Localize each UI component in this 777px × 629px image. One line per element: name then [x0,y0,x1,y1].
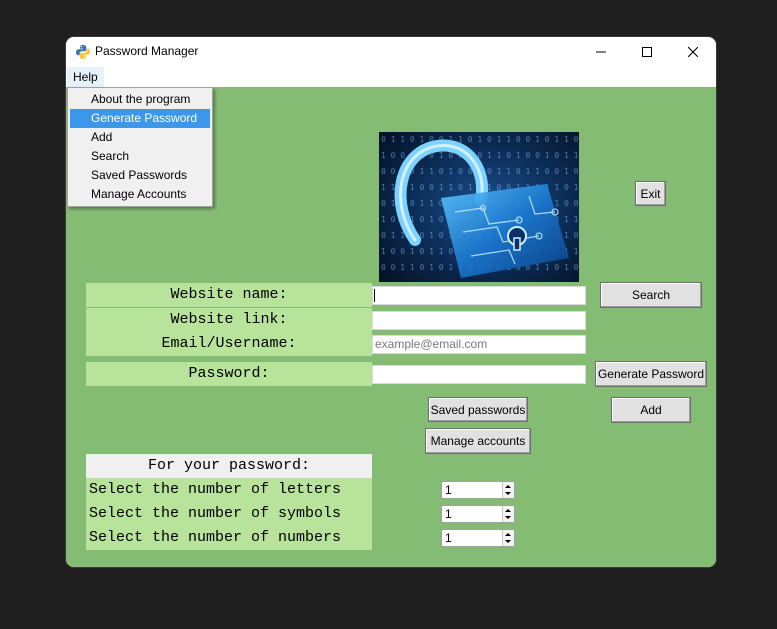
spin-down-icon[interactable] [505,492,511,495]
spin-up-icon[interactable] [505,533,511,536]
python-icon [76,45,90,59]
search-button[interactable]: Search [600,282,702,308]
text-cursor [374,289,375,302]
menu-item-search[interactable]: Search [70,147,210,166]
spin-up-icon[interactable] [505,485,511,488]
website-name-label: Website name: [86,283,372,307]
email-username-label: Email/Username: [161,335,297,352]
spin-down-icon[interactable] [505,540,511,543]
title-bar: Password Manager [66,37,716,67]
spin-arrows[interactable] [502,482,514,498]
numbers-label: Select the number of numbers [89,529,342,546]
menu-item-about[interactable]: About the program [70,90,210,109]
password-options-block: Select the number of letters Select the … [86,478,372,550]
help-dropdown-menu: About the program Generate Password Add … [67,87,213,207]
svg-text:0 1 1 0 1 0 0 1 1 0 1 0 1 1 0: 0 1 1 0 1 0 0 1 1 0 1 0 1 1 0 0 1 0 1 1 … [381,135,579,144]
password-input[interactable] [372,365,586,384]
letters-spinbox[interactable]: 1 [441,481,515,499]
minimize-icon [596,51,606,53]
add-button[interactable]: Add [611,397,691,423]
menu-item-generate-password[interactable]: Generate Password [70,109,210,128]
menu-item-add[interactable]: Add [70,128,210,147]
generate-password-button[interactable]: Generate Password [595,361,707,387]
spin-arrows[interactable] [502,530,514,546]
symbols-spinbox[interactable]: 1 [441,505,515,523]
symbols-label: Select the number of symbols [89,505,342,522]
minimize-button[interactable] [578,37,624,67]
exit-button[interactable]: Exit [635,181,666,206]
website-link-email-label-block: Website link: Email/Username: [86,308,372,356]
email-input[interactable]: example@email.com [372,335,586,354]
manage-accounts-button[interactable]: Manage accounts [425,428,531,454]
maximize-icon [642,47,652,57]
website-link-label: Website link: [170,311,288,328]
spin-arrows[interactable] [502,506,514,522]
letters-label: Select the number of letters [89,481,342,498]
website-name-input[interactable] [372,286,586,305]
close-button[interactable] [670,37,716,67]
padlock-image: 0 1 1 0 1 0 0 1 1 0 1 0 1 1 0 0 1 0 1 1 … [379,132,579,282]
window-title: Password Manager [95,44,199,58]
menu-bar: Help [66,67,716,87]
numbers-spinbox[interactable]: 1 [441,529,515,547]
password-options-header: For your password: [86,454,372,478]
password-label: Password: [86,362,372,386]
menu-help[interactable]: Help [67,67,104,87]
saved-passwords-button[interactable]: Saved passwords [428,397,528,422]
spin-up-icon[interactable] [505,509,511,512]
website-link-input[interactable] [372,311,586,330]
menu-item-saved-passwords[interactable]: Saved Passwords [70,166,210,185]
menu-item-manage-accounts[interactable]: Manage Accounts [70,185,210,204]
close-icon [688,47,698,57]
maximize-button[interactable] [624,37,670,67]
spin-down-icon[interactable] [505,516,511,519]
